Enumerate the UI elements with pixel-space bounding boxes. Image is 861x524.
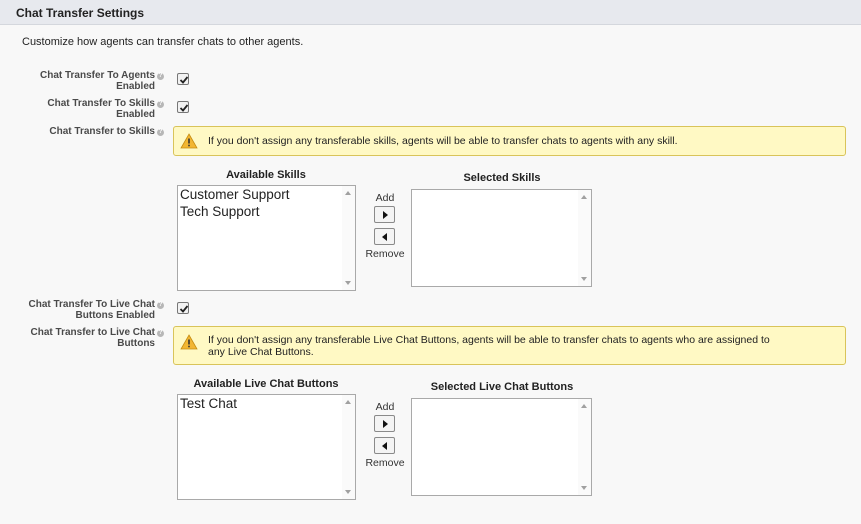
scroll-down-icon[interactable] [345, 490, 351, 494]
remove-label: Remove [365, 457, 405, 469]
warning-icon [180, 334, 198, 350]
scroll-down-icon[interactable] [581, 277, 587, 281]
check-icon [179, 76, 189, 84]
scroll-down-icon[interactable] [581, 486, 587, 490]
help-icon[interactable]: ? [157, 302, 164, 309]
buttons-label: Chat Transfer to Live Chat? Buttons [10, 327, 164, 349]
warning-icon [180, 133, 198, 149]
remove-skill-button[interactable] [374, 228, 395, 245]
section-header: Chat Transfer Settings [0, 0, 861, 25]
buttons-warning-text-line1: If you don't assign any transferable Liv… [208, 334, 770, 346]
selected-buttons-list[interactable] [411, 398, 592, 496]
selected-skills-list[interactable] [411, 189, 592, 287]
skills-enabled-label-line2: Enabled [116, 109, 155, 120]
buttons-enabled-checkbox[interactable] [177, 302, 189, 314]
scroll-up-icon[interactable] [345, 191, 351, 195]
add-label: Add [375, 192, 395, 204]
buttons-enabled-label-line1: Chat Transfer To Live Chat [28, 299, 155, 310]
section-description: Customize how agents can transfer chats … [22, 36, 304, 48]
arrow-left-icon [382, 442, 387, 450]
selected-buttons-title: Selected Live Chat Buttons [430, 381, 574, 393]
agents-enabled-label-line1: Chat Transfer To Agents [39, 70, 155, 81]
arrow-right-icon [383, 211, 388, 219]
scroll-down-icon[interactable] [345, 281, 351, 285]
list-item[interactable]: Test Chat [180, 396, 237, 412]
remove-button-button[interactable] [374, 437, 395, 454]
skills-warning-text: If you don't assign any transferable ski… [208, 135, 678, 147]
scroll-up-icon[interactable] [345, 400, 351, 404]
agents-enabled-label-line2: Enabled [116, 81, 155, 92]
scroll-up-icon[interactable] [581, 195, 587, 199]
skills-label-text: Chat Transfer to Skills [49, 126, 155, 137]
skills-label: Chat Transfer to Skills? [10, 126, 164, 137]
scrollbar[interactable] [342, 395, 355, 499]
help-icon[interactable]: ? [157, 129, 164, 136]
skills-enabled-checkbox[interactable] [177, 101, 189, 113]
arrow-left-icon [382, 233, 387, 241]
scrollbar[interactable] [578, 399, 591, 495]
list-item[interactable]: Customer Support [180, 187, 290, 203]
help-icon[interactable]: ? [157, 101, 164, 108]
buttons-label-line1: Chat Transfer to Live Chat [30, 327, 155, 338]
available-skills-title: Available Skills [226, 169, 306, 181]
buttons-enabled-label-line2: Buttons Enabled [75, 310, 155, 321]
buttons-label-line2: Buttons [117, 338, 155, 349]
buttons-warning: If you don't assign any transferable Liv… [173, 326, 846, 365]
list-item[interactable]: Tech Support [180, 204, 260, 220]
available-buttons-list[interactable]: Test Chat [177, 394, 356, 500]
agents-enabled-label: Chat Transfer To Agents? Enabled [10, 70, 164, 92]
agents-enabled-checkbox[interactable] [177, 73, 189, 85]
selected-skills-title: Selected Skills [463, 172, 541, 184]
buttons-warning-text-line2: any Live Chat Buttons. [208, 346, 314, 358]
check-icon [179, 305, 189, 313]
check-icon [179, 104, 189, 112]
skills-enabled-label: Chat Transfer To Skills? Enabled [10, 98, 164, 120]
scrollbar[interactable] [342, 186, 355, 290]
add-skill-button[interactable] [374, 206, 395, 223]
scroll-up-icon[interactable] [581, 404, 587, 408]
available-buttons-title: Available Live Chat Buttons [193, 378, 339, 390]
skills-warning: If you don't assign any transferable ski… [173, 126, 846, 156]
skills-enabled-label-line1: Chat Transfer To Skills [47, 98, 155, 109]
remove-label: Remove [365, 248, 405, 260]
arrow-right-icon [383, 420, 388, 428]
available-skills-list[interactable]: Customer Support Tech Support [177, 185, 356, 291]
help-icon[interactable]: ? [157, 73, 164, 80]
section-title: Chat Transfer Settings [16, 6, 145, 20]
scrollbar[interactable] [578, 190, 591, 286]
help-icon[interactable]: ? [157, 330, 164, 337]
add-label: Add [375, 401, 395, 413]
buttons-enabled-label: Chat Transfer To Live Chat? Buttons Enab… [10, 299, 164, 321]
add-button-button[interactable] [374, 415, 395, 432]
